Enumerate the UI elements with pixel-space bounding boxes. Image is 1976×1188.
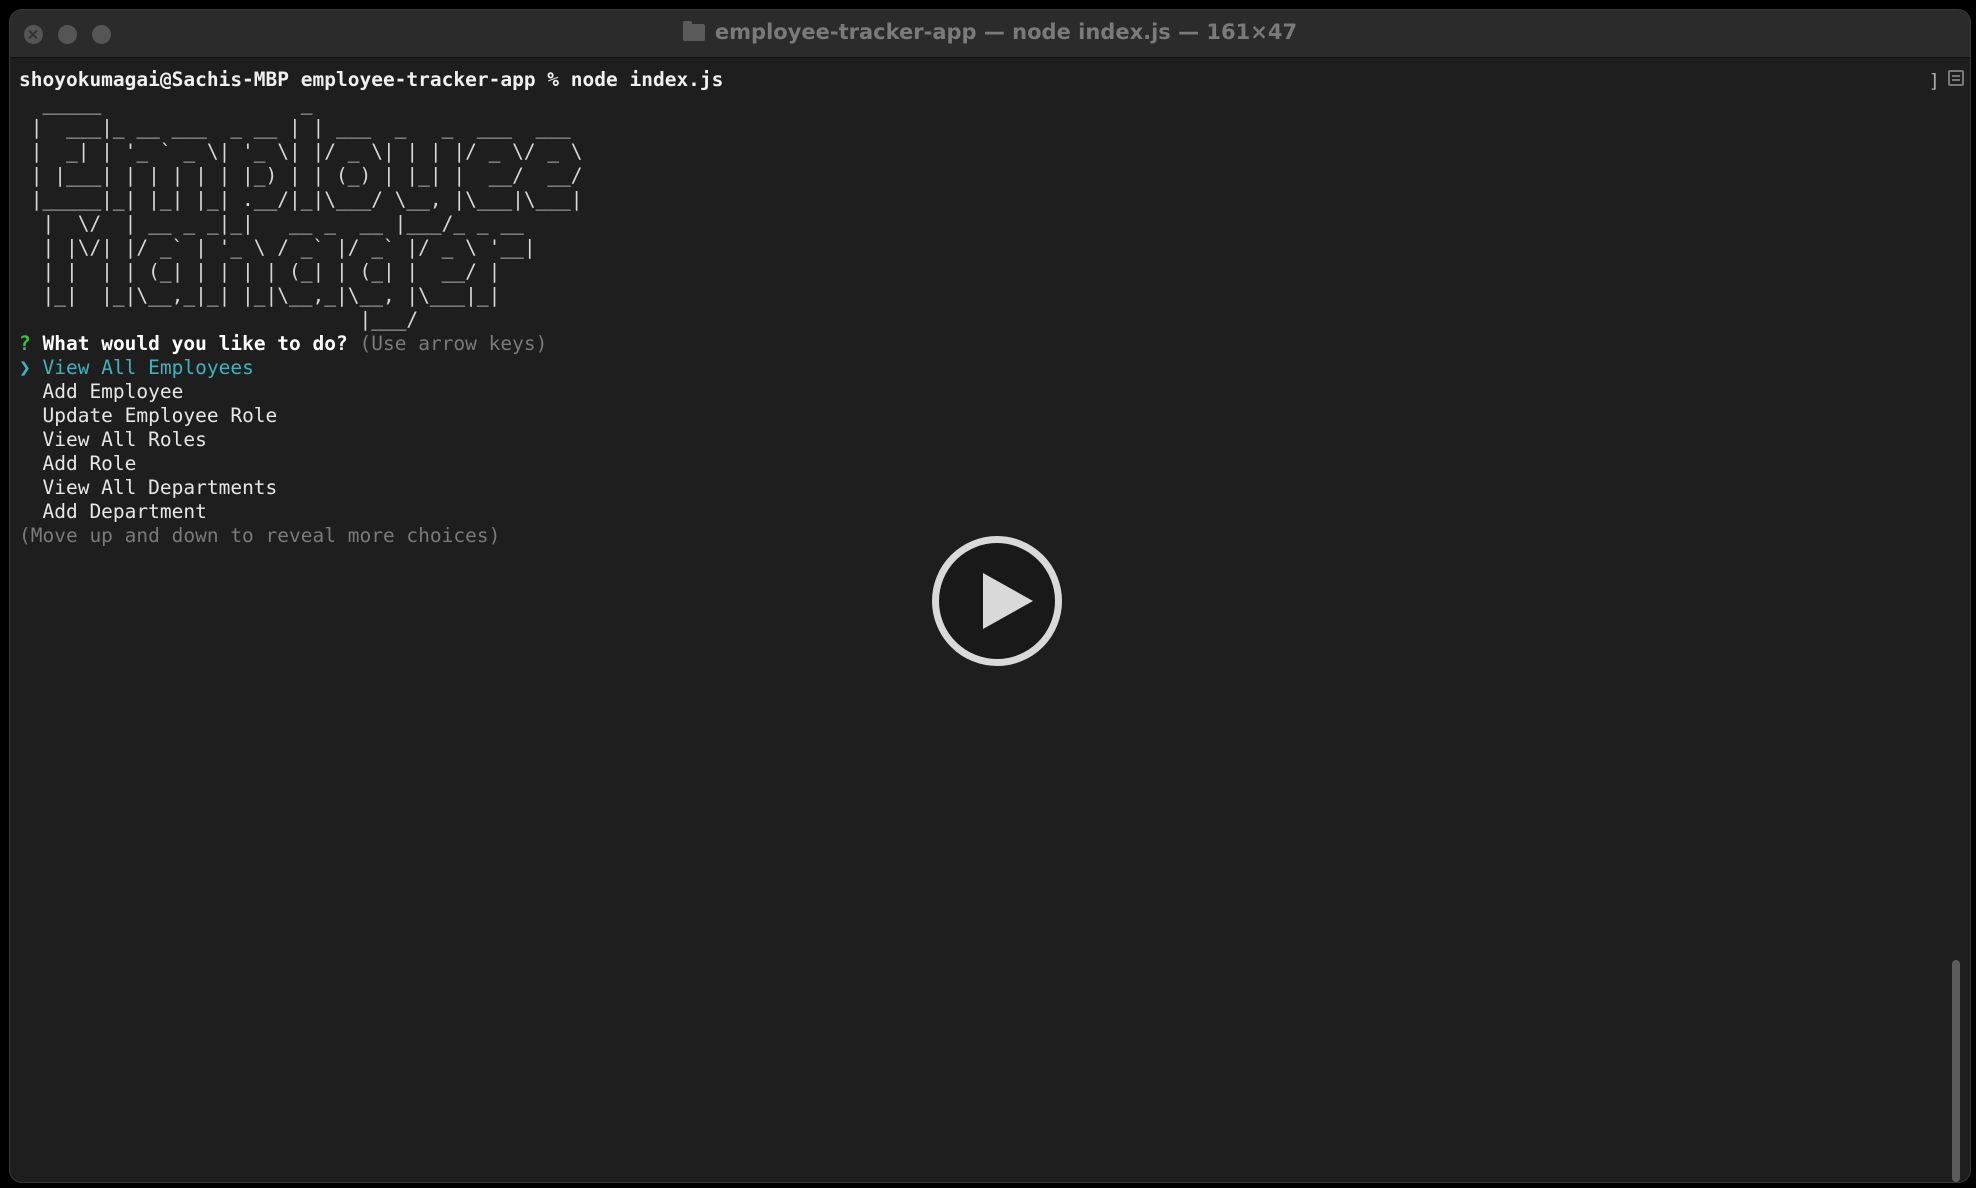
choice-label: Add Department xyxy=(42,500,207,523)
menu-choice[interactable]: Update Employee Role xyxy=(19,404,1940,428)
scroll-marker: ] xyxy=(1928,70,1940,92)
choice-label: Add Role xyxy=(42,452,137,475)
title-bar: employee-tracker-app — node index.js — 1… xyxy=(10,10,1970,58)
banner-line: | |\/| |/ _` | '_ \ / _` |/ _` |/ _ \ '_… xyxy=(19,236,536,259)
prompt-question: ? What would you like to do? (Use arrow … xyxy=(19,332,1940,356)
question-hint: (Use arrow keys) xyxy=(359,332,548,355)
menu-choice-selected[interactable]: ❯ View All Employees xyxy=(19,356,1940,380)
play-icon xyxy=(983,573,1033,629)
folder-icon xyxy=(682,21,705,41)
banner-line: _____ _ xyxy=(19,92,313,115)
command-line: shoyokumagai@Sachis-MBP employee-tracker… xyxy=(19,68,724,91)
menu-choice[interactable]: Add Role xyxy=(19,452,1940,476)
banner-line: |_____|_| |_| |_| .__/|_|\___/ \__, |\__… xyxy=(19,188,583,211)
banner-line: | _| | '_ ` _ \| '_ \| |/ _ \| | | |/ _ … xyxy=(19,140,583,163)
banner-line: |___/ xyxy=(19,308,419,331)
menu-choice[interactable]: Add Employee xyxy=(19,380,1940,404)
menu-choice[interactable]: View All Departments xyxy=(19,476,1940,500)
pointer-icon: ❯ xyxy=(19,356,31,379)
choice-label: View All Roles xyxy=(42,428,207,451)
choice-label: View All Employees xyxy=(42,356,254,379)
choice-label: Add Employee xyxy=(42,380,184,403)
menu-choice[interactable]: Add Department xyxy=(19,500,1940,524)
window-title: employee-tracker-app — node index.js — 1… xyxy=(10,20,1970,44)
menu-choice[interactable]: View All Roles xyxy=(19,428,1940,452)
banner-line: | |___| | | | | | |_) | | (_) | |_| | __… xyxy=(19,164,583,187)
question-mark: ? xyxy=(19,332,31,355)
question-text: What would you like to do? xyxy=(42,332,348,355)
scrollbar-toggle-icon[interactable] xyxy=(1948,70,1964,86)
banner-line: | | | | (_| | | | | (_| | (_| | __/ | xyxy=(19,260,501,283)
banner-line: | ___|_ __ ___ _ __ | | ___ _ _ ___ ___ xyxy=(19,116,571,139)
banner-line: | \/ | __ _ _|_| __ _ __ |___/_ _ __ xyxy=(19,212,524,235)
choice-label: Update Employee Role xyxy=(42,404,278,427)
banner-line: |_| |_|\__,_|_| |_|\__,_|\__, |\___|_| xyxy=(19,284,501,307)
window-title-text: employee-tracker-app — node index.js — 1… xyxy=(714,20,1298,44)
terminal-window: employee-tracker-app — node index.js — 1… xyxy=(10,10,1970,1182)
play-button[interactable] xyxy=(932,536,1062,666)
ascii-banner: _____ _ | ___|_ __ ___ _ __ | | ___ _ _ … xyxy=(19,92,1940,332)
scrollbar-thumb[interactable] xyxy=(1952,960,1960,1182)
choice-label: View All Departments xyxy=(42,476,278,499)
